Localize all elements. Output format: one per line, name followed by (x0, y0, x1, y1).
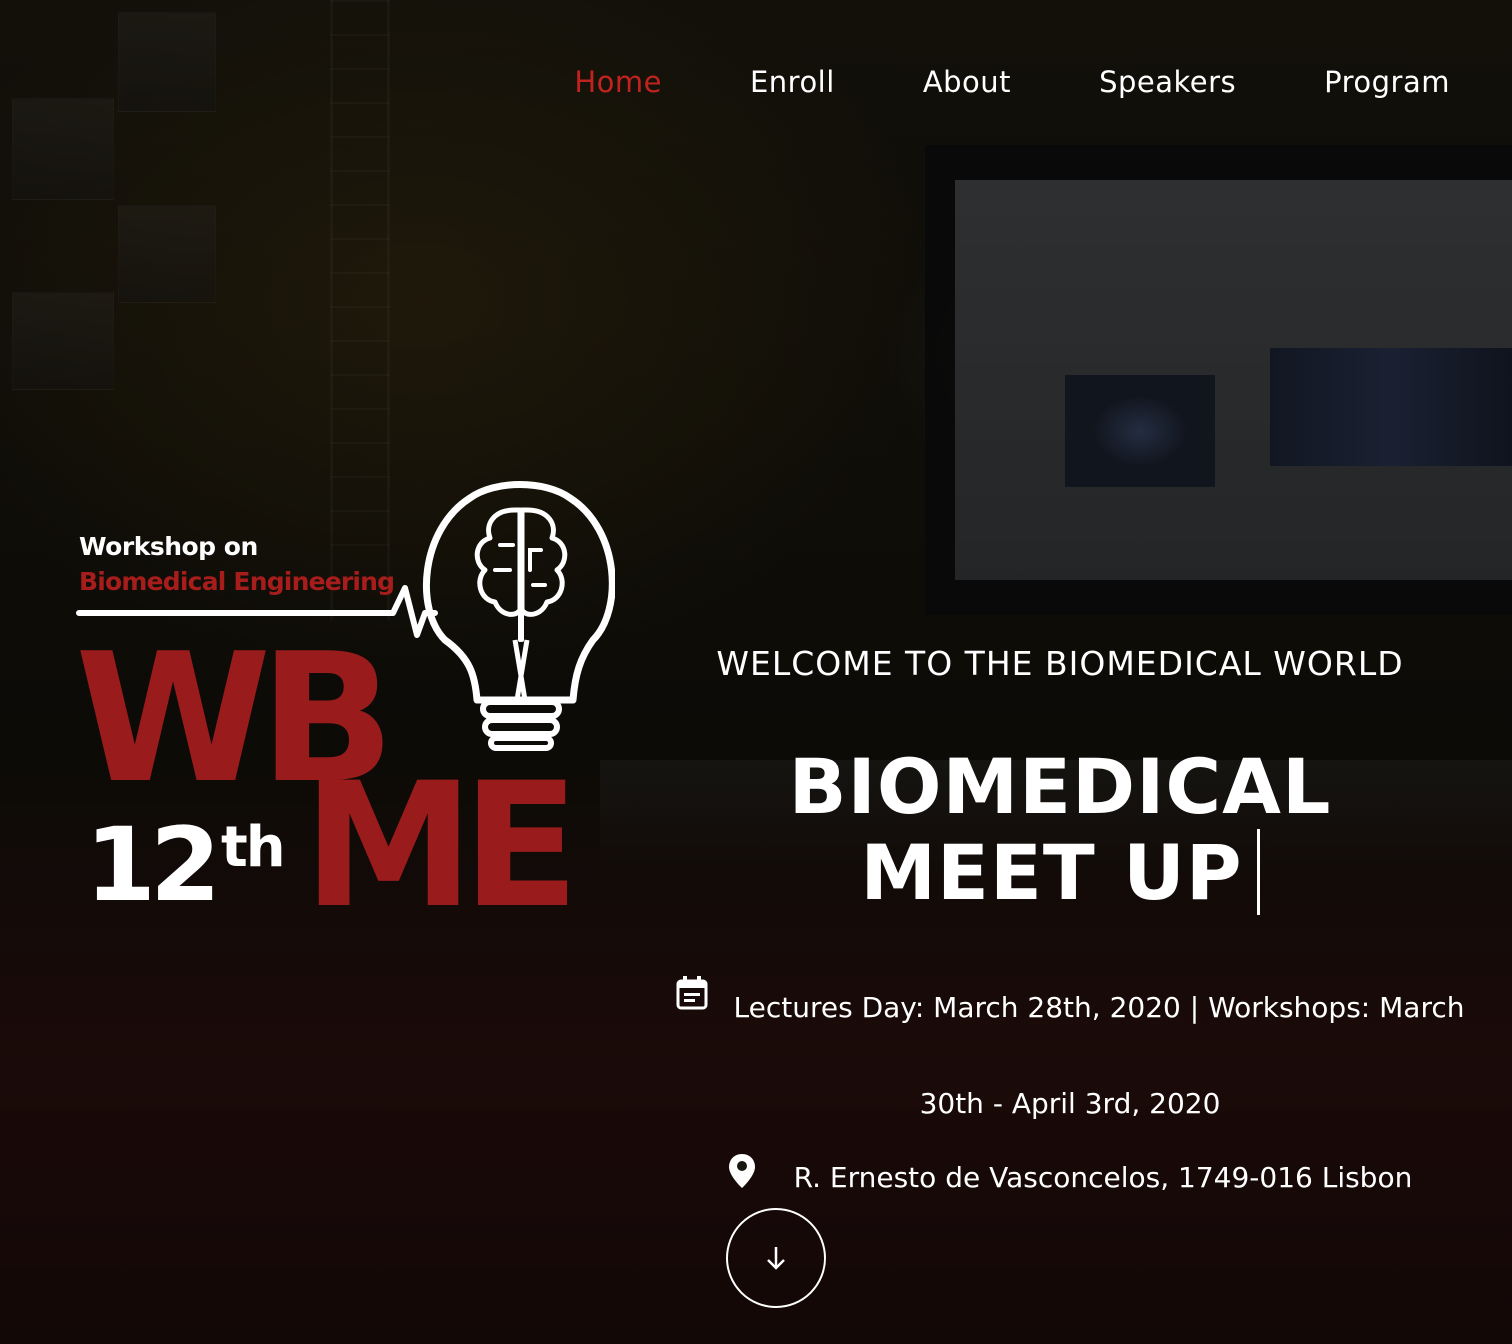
dates-line-1: Lectures Day: March 28th, 2020 | Worksho… (640, 960, 1500, 1056)
nav-speakers[interactable]: Speakers (1099, 58, 1236, 106)
scroll-down-button[interactable] (726, 1208, 826, 1308)
main-nav: Home Enroll About Speakers Program (486, 58, 1450, 106)
dates-text-2: 30th - April 3rd, 2020 (919, 1087, 1221, 1120)
title-line-1: BIOMEDICAL (788, 742, 1332, 831)
logo-edition-suffix: th (221, 815, 286, 880)
dates-text-1: Lectures Day: March 28th, 2020 | Worksho… (733, 991, 1465, 1024)
title-line-2-text: MEET UP (860, 828, 1243, 917)
arrow-down-icon (767, 1247, 785, 1270)
event-location: R. Ernesto de Vasconcelos, 1749-016 Lisb… (640, 1150, 1500, 1206)
logo-letters-me: ME (303, 745, 580, 946)
nav-about[interactable]: About (923, 58, 1011, 106)
calendar-icon (676, 976, 708, 1010)
typing-cursor (1256, 829, 1260, 915)
welcome-heading: WELCOME TO THE BIOMEDICAL WORLD (716, 644, 1404, 683)
wbme-logo: Workshop on Biomedical Engineering WB ME… (75, 470, 615, 946)
nav-enroll[interactable]: Enroll (750, 58, 835, 106)
logo-edition-number: 12 (85, 806, 221, 925)
title-line-2: MEET UP (620, 828, 1500, 921)
page-title: BIOMEDICAL MEET UP (620, 744, 1500, 921)
hero-content: WELCOME TO THE BIOMEDICAL WORLD BIOMEDIC… (620, 630, 1500, 921)
hero-section: Home Enroll About Speakers Program Works… (0, 0, 1512, 1344)
map-pin-icon (728, 1154, 755, 1188)
location-text: R. Ernesto de Vasconcelos, 1749-016 Lisb… (793, 1161, 1413, 1194)
nav-home[interactable]: Home (574, 58, 662, 106)
nav-program[interactable]: Program (1324, 58, 1450, 106)
event-dates: Lectures Day: March 28th, 2020 | Worksho… (640, 960, 1500, 1152)
